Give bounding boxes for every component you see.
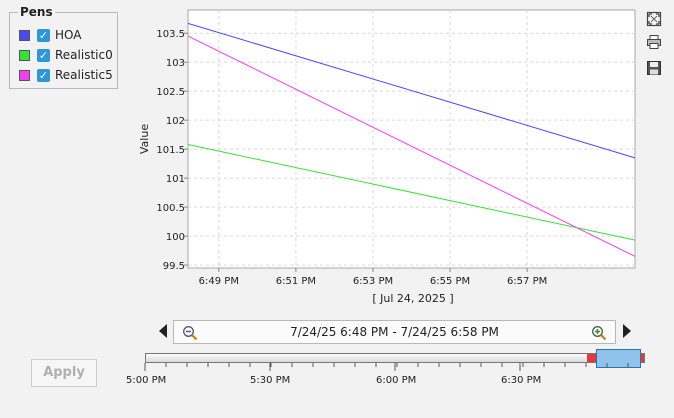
y-tick-label: 99.5 (163, 261, 185, 272)
fit-icon[interactable] (646, 11, 662, 27)
zoom-in-icon[interactable] (591, 325, 607, 341)
y-axis-ticks: 99.5 100 100.5 101 101.5 102 102.5 103 103.5 (156, 29, 188, 272)
x-tick-label: 6:55 PM (430, 276, 470, 287)
y-tick-label: 100 (166, 232, 185, 243)
date-range-text: 7/24/25 6:48 PM - 7/24/25 6:58 PM (290, 325, 499, 339)
save-icon[interactable] (646, 60, 662, 76)
x-tick-label: 6:49 PM (199, 276, 239, 287)
x-axis-title: [ Jul 24, 2025 ] (372, 292, 453, 305)
timeline-selected-range (587, 354, 596, 362)
x-tick-label: 6:57 PM (507, 276, 547, 287)
x-axis-ticks: 6:49 PM 6:51 PM 6:53 PM 6:55 PM 6:57 PM (199, 268, 547, 287)
x-tick-label: 6:51 PM (276, 276, 316, 287)
y-tick-label: 103.5 (156, 29, 185, 40)
timeline-ticks (144, 363, 629, 371)
timeline-label: 6:30 PM (501, 375, 542, 386)
timeline-label: 6:00 PM (376, 375, 417, 386)
x-tick-label: 6:53 PM (353, 276, 393, 287)
print-icon[interactable] (646, 34, 662, 50)
y-tick-label: 102 (166, 116, 185, 127)
timeline-track[interactable] (145, 353, 645, 363)
date-range-box: 7/24/25 6:48 PM - 7/24/25 6:58 PM (173, 320, 616, 344)
plot-area (187, 9, 636, 269)
timeline-label: 5:30 PM (250, 375, 291, 386)
y-axis-title: Value (138, 124, 151, 154)
previous-range-arrow-icon[interactable] (159, 324, 167, 338)
next-range-arrow-icon[interactable] (623, 324, 631, 338)
line-chart[interactable]: 99.5 100 100.5 101 101.5 102 102.5 103 103.5 6:4… (0, 0, 674, 318)
y-tick-label: 102.5 (156, 87, 185, 98)
y-tick-label: 101 (166, 174, 185, 185)
y-tick-label: 100.5 (156, 203, 185, 214)
y-tick-label: 101.5 (156, 145, 185, 156)
timeline-label: 5:00 PM (126, 375, 167, 386)
y-tick-label: 103 (166, 58, 185, 69)
